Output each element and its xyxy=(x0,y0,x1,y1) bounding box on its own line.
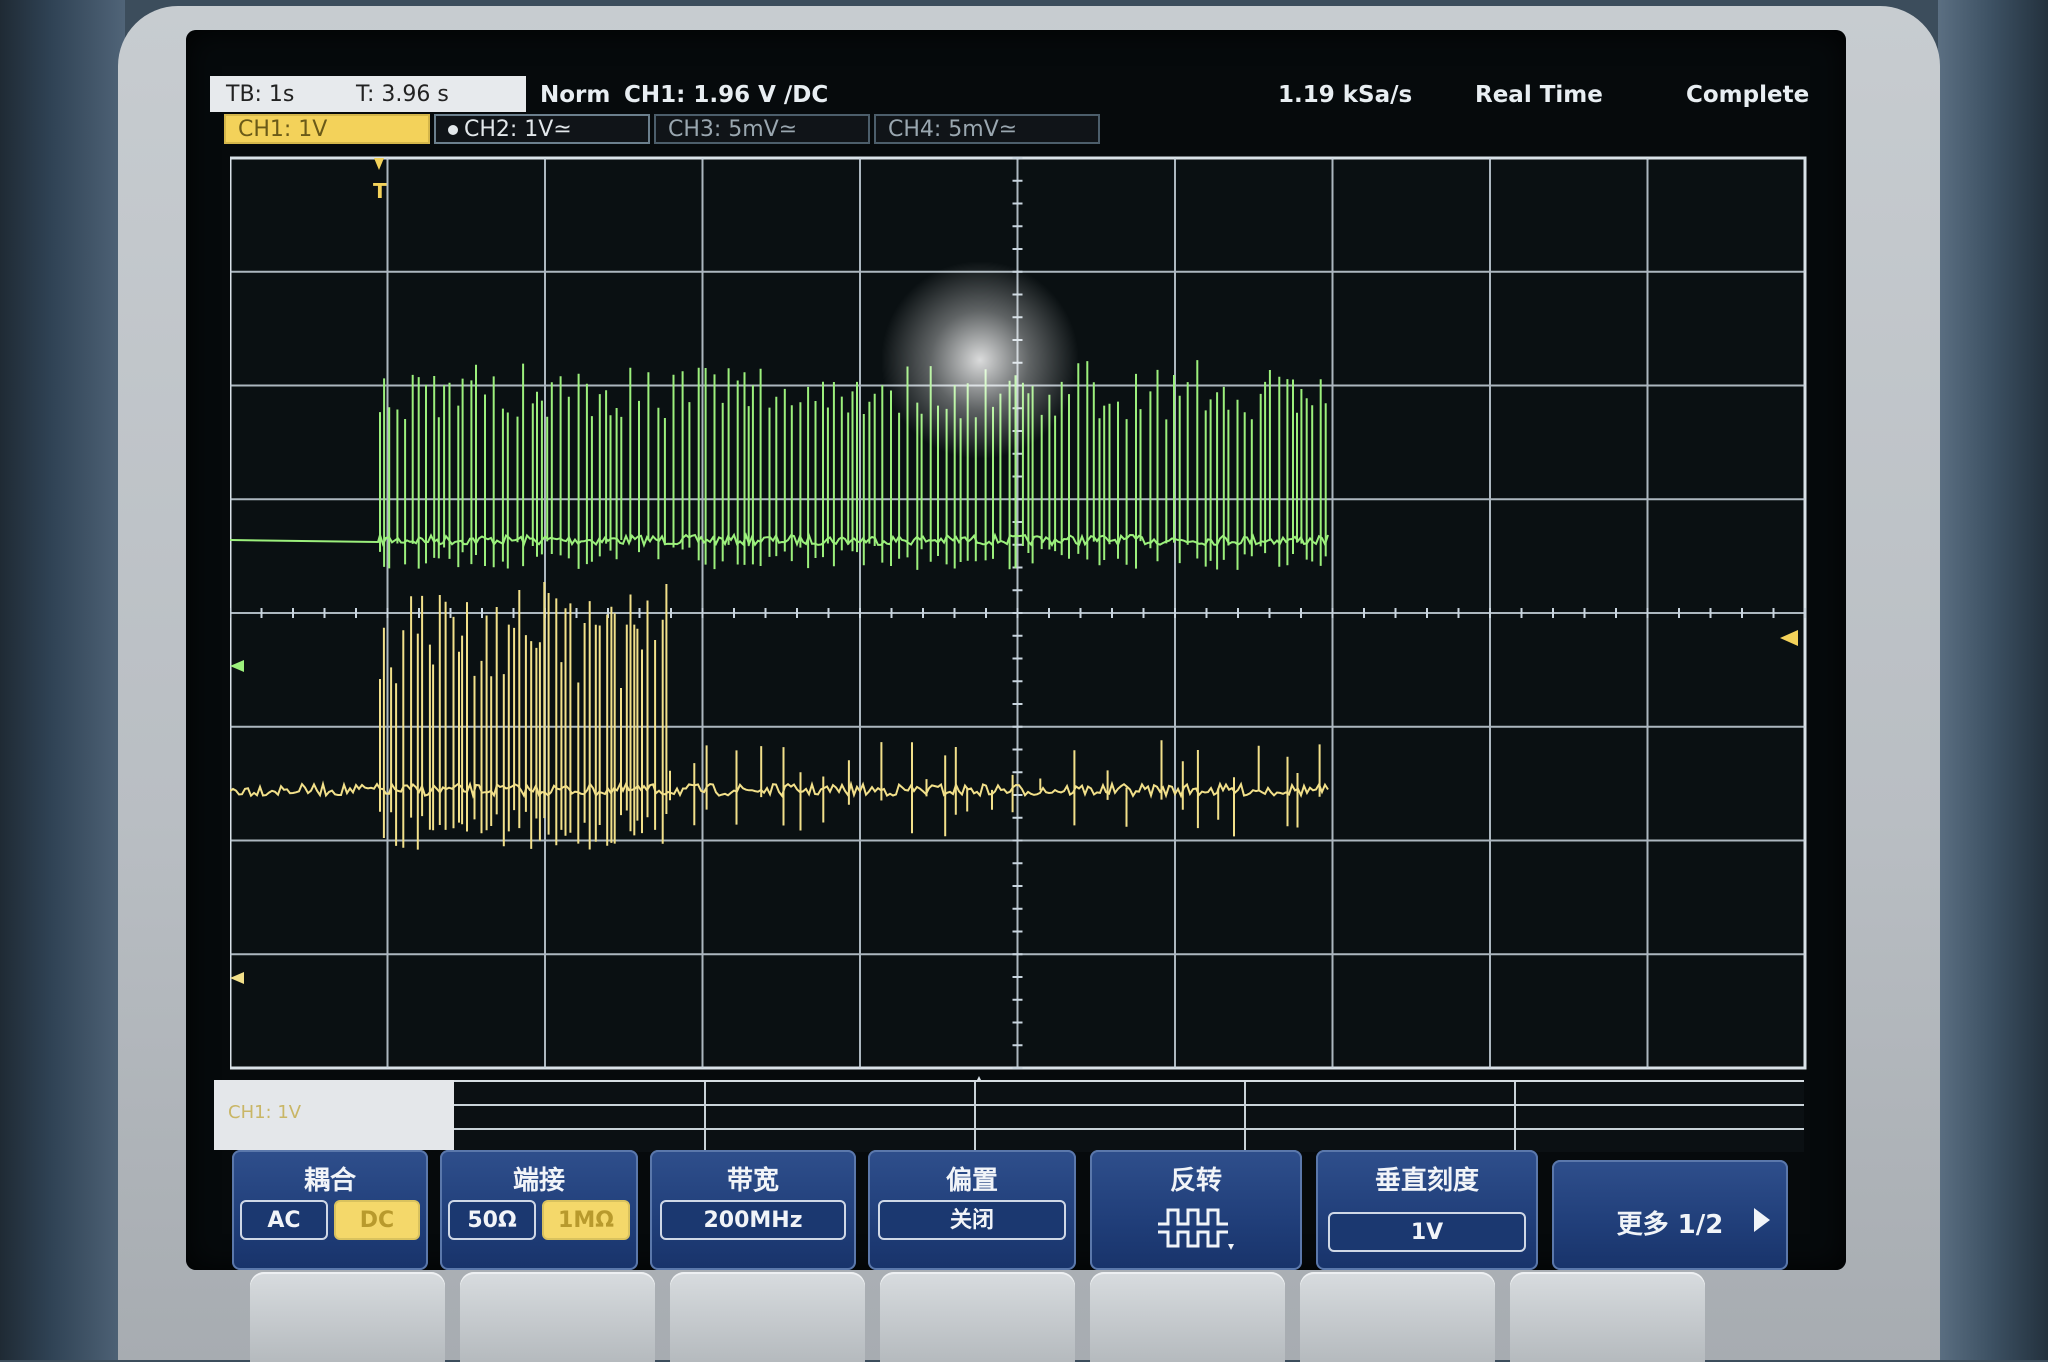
menu-vertical-scale-title: 垂直刻度 xyxy=(1374,1166,1479,1196)
menu-termination-title: 端接 xyxy=(512,1166,565,1196)
info-table-divider xyxy=(1514,1082,1516,1152)
termination-50ohm-option[interactable]: 50Ω xyxy=(448,1200,536,1240)
coupling-dc-option[interactable]: DC xyxy=(334,1200,420,1240)
offset-value[interactable]: 关闭 xyxy=(878,1200,1066,1240)
device-bezel-left xyxy=(0,0,125,1360)
softkey-4[interactable] xyxy=(880,1272,1075,1362)
waveform-display[interactable]: T xyxy=(230,140,1810,1080)
menu-coupling[interactable]: 耦合 AC DC xyxy=(232,1150,428,1270)
menu-offset[interactable]: 偏置 关闭 xyxy=(868,1150,1076,1270)
channel-on-icon xyxy=(448,125,458,135)
softkey-3[interactable] xyxy=(670,1272,865,1362)
hardware-softkeys xyxy=(220,1272,1820,1362)
info-panel-label: CH1: 1V xyxy=(228,1102,302,1123)
info-panel: CH1: 1V xyxy=(214,1080,1804,1152)
softkey-7[interactable] xyxy=(1510,1272,1705,1362)
menu-more-label: 更多 1/2 xyxy=(1616,1210,1724,1240)
info-table-divider xyxy=(974,1082,976,1152)
info-table-line xyxy=(454,1128,1804,1130)
timebase-label: TB: 1s xyxy=(226,82,295,107)
channel-soft-menu: 耦合 AC DC 端接 50Ω 1MΩ 带宽 200MHz 偏置 关闭 反转 垂… xyxy=(232,1150,1792,1270)
info-table-divider xyxy=(1244,1082,1246,1152)
menu-bandwidth[interactable]: 带宽 200MHz xyxy=(650,1150,856,1270)
trigger-time-label: T: 3.96 s xyxy=(356,82,449,107)
menu-coupling-title: 耦合 xyxy=(303,1166,356,1196)
softkey-5[interactable] xyxy=(1090,1272,1285,1362)
channel-tab-ch1-label: CH1: 1V xyxy=(238,117,328,142)
menu-next-arrow-icon xyxy=(1754,1208,1770,1232)
vertical-scale-value[interactable]: 1V xyxy=(1328,1212,1526,1252)
trigger-mode[interactable]: Norm xyxy=(540,82,610,108)
menu-more-button[interactable]: 更多 1/2 xyxy=(1552,1160,1788,1270)
timebase-box[interactable]: TB: 1s T: 3.96 s xyxy=(210,76,526,112)
menu-offset-title: 偏置 xyxy=(945,1166,998,1196)
info-panel-left: CH1: 1V xyxy=(214,1080,454,1150)
invert-waveform-icon xyxy=(1158,1208,1234,1250)
acquisition-state: Complete xyxy=(1686,82,1810,108)
bandwidth-value[interactable]: 200MHz xyxy=(660,1200,846,1240)
termination-1mohm-option[interactable]: 1MΩ xyxy=(542,1200,630,1240)
trigger-marker-label: T xyxy=(373,179,387,203)
coupling-ac-option[interactable]: AC xyxy=(240,1200,328,1240)
menu-invert-title: 反转 xyxy=(1169,1166,1222,1196)
menu-invert[interactable]: 反转 xyxy=(1090,1150,1302,1270)
device-bezel-right xyxy=(1938,0,2048,1360)
status-bar: TB: 1s T: 3.96 s Norm CH1: 1.96 V ∕DC 1.… xyxy=(210,70,1830,114)
acquisition-mode: Real Time xyxy=(1475,82,1603,108)
info-table xyxy=(454,1080,1804,1152)
menu-vertical-scale[interactable]: 垂直刻度 1V xyxy=(1316,1150,1538,1270)
softkey-1[interactable] xyxy=(250,1272,445,1362)
channel-tab-ch4-label: CH4: 5mV≃ xyxy=(888,117,1018,142)
info-table-line xyxy=(454,1104,1804,1106)
channel-tab-ch2-label: CH2: 1V≃ xyxy=(464,117,572,142)
softkey-6[interactable] xyxy=(1300,1272,1495,1362)
info-table-divider xyxy=(704,1082,706,1152)
sample-rate: 1.19 kSa/s xyxy=(1278,82,1413,108)
trigger-source[interactable]: CH1: 1.96 V ∕DC xyxy=(624,82,828,108)
menu-bandwidth-title: 带宽 xyxy=(726,1166,779,1196)
menu-termination[interactable]: 端接 50Ω 1MΩ xyxy=(440,1150,638,1270)
softkey-2[interactable] xyxy=(460,1272,655,1362)
channel-tab-ch3-label: CH3: 5mV≃ xyxy=(668,117,798,142)
